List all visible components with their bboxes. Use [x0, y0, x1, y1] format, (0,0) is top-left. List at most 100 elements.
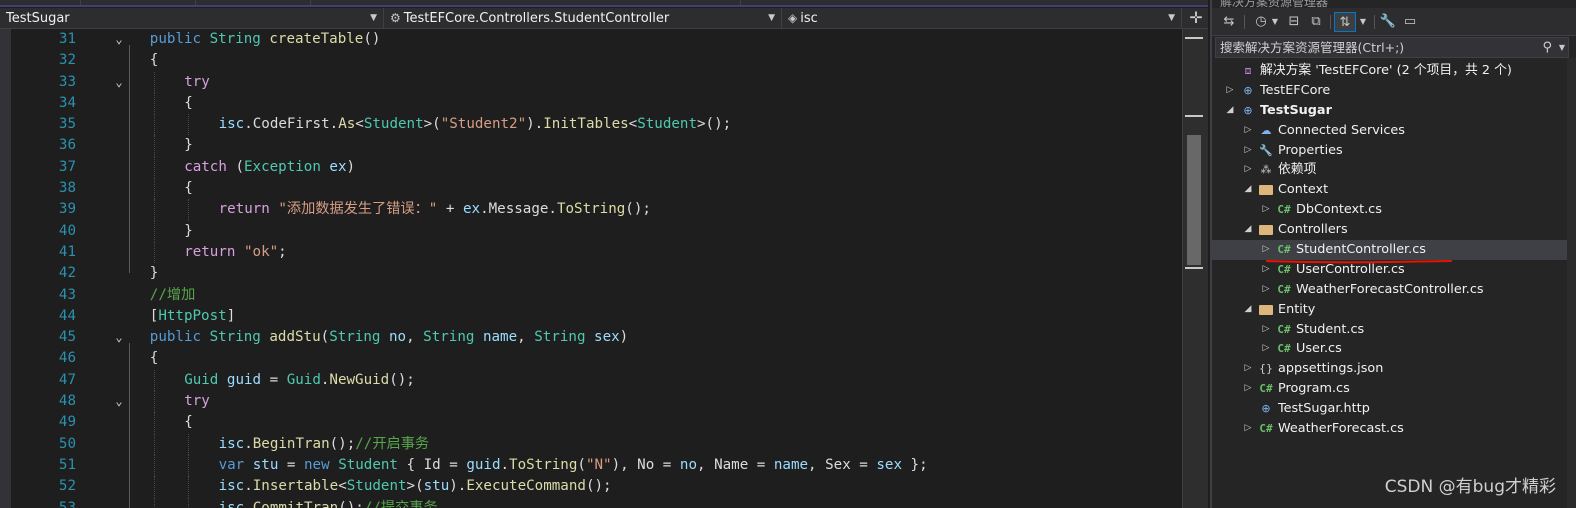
code-area[interactable]: 31 ⌄ public String createTable() 32{33 ⌄ try 3…: [0, 29, 1182, 508]
expand-arrow-icon[interactable]: ▷: [1260, 339, 1272, 359]
code-line[interactable]: 47 Guid guid = Guid.NewGuid();: [11, 369, 1182, 392]
fold-toggle-icon[interactable]: ⌄: [107, 29, 131, 50]
member-dropdown[interactable]: ◈ isc ▼: [782, 8, 1182, 29]
tree-item[interactable]: ▷ C# DbContext.cs: [1212, 200, 1567, 220]
code-line[interactable]: 36}: [11, 135, 1182, 157]
tree-item[interactable]: ◢ Entity: [1212, 300, 1567, 320]
code-line[interactable]: 38 {: [11, 178, 1182, 200]
collapse-arrow-icon[interactable]: ◢: [1242, 220, 1254, 240]
collapse-arrow-icon[interactable]: ◢: [1224, 101, 1236, 121]
code-line[interactable]: 43 //增加: [11, 285, 1182, 306]
tree-item[interactable]: ◢ Context: [1212, 180, 1567, 200]
code-line[interactable]: 35 isc.CodeFirst.As<Student>("Student2").…: [11, 114, 1182, 136]
switch-views-button[interactable]: ⇆: [1218, 12, 1240, 32]
solution-scrollbar[interactable]: [1567, 58, 1576, 508]
expand-arrow-icon[interactable]: ▷: [1242, 141, 1254, 161]
document-tab-strip[interactable]: [0, 0, 1208, 7]
vertical-scrollbar[interactable]: [1182, 29, 1208, 508]
search-icon[interactable]: ⚲: [1542, 38, 1552, 57]
code-line[interactable]: 32 {: [11, 50, 1182, 71]
code-line[interactable]: 53 isc.CommitTran();//提交事务: [11, 497, 1182, 508]
code-line[interactable]: 50 isc.BeginTran();//开启事务: [11, 433, 1182, 455]
indent-guide: [188, 114, 190, 136]
expand-arrow-icon[interactable]: ▷: [1242, 379, 1254, 399]
solution-search-input[interactable]: 搜索解决方案资源管理器(Ctrl+;) ⚲ ▼: [1215, 37, 1569, 58]
code-text: isc.CommitTran();//提交事务: [218, 499, 438, 508]
expand-arrow-icon[interactable]: ▷: [1242, 160, 1254, 180]
copy-icon[interactable]: ⧉: [1306, 12, 1326, 32]
code-editor[interactable]: TestSugar ▼ ⚙ TestEFCore.Controllers.Stud…: [0, 0, 1208, 508]
panel-title: 解决方案资源管理器: [1220, 0, 1329, 8]
code-line[interactable]: 49 {: [11, 412, 1182, 434]
tree-item[interactable]: ▷ C# WeatherForecastController.cs: [1212, 280, 1567, 300]
tree-item[interactable]: ▷ C# Program.cs: [1212, 379, 1567, 399]
history-icon[interactable]: ◷: [1250, 12, 1272, 32]
code-text: try: [184, 393, 210, 410]
split-window-button[interactable]: ✛: [1186, 8, 1206, 29]
code-line[interactable]: 42}: [11, 263, 1182, 284]
tree-item[interactable]: ◢ Controllers: [1212, 220, 1567, 240]
annotation-underline: [1266, 260, 1452, 264]
code-line[interactable]: 46 {: [11, 348, 1182, 369]
tab-divider: [310, 0, 311, 5]
chevron-down-icon[interactable]: ▼: [1358, 12, 1368, 32]
solution-tree: ⧈ 解决方案 'TestEFCore' (2 个项目，共 2 个) ▷ ⊕ TestEF…: [1212, 61, 1567, 439]
code-line[interactable]: 51 var stu = new Student { Id = guid.ToSt…: [11, 454, 1182, 477]
expand-arrow-icon[interactable]: ▷: [1260, 320, 1272, 340]
chevron-down-icon[interactable]: ▼: [1559, 38, 1565, 57]
code-line[interactable]: 34 {: [11, 92, 1182, 115]
tree-item[interactable]: ▷ ⊕ TestEFCore: [1212, 81, 1567, 101]
code-line[interactable]: 33 ⌄ try: [11, 71, 1182, 93]
collapse-arrow-icon[interactable]: ◢: [1242, 180, 1254, 200]
code-line[interactable]: 37 catch (Exception ex): [11, 156, 1182, 179]
scrollbar-thumb[interactable]: [1187, 135, 1201, 265]
expand-arrow-icon[interactable]: ▷: [1260, 200, 1272, 220]
tree-item[interactable]: ▷ C# StudentController.cs: [1212, 240, 1567, 260]
code-line[interactable]: 41 return "ok";: [11, 241, 1182, 264]
code-line[interactable]: 45 ⌄ public String addStu(String no, Strin…: [11, 327, 1182, 348]
code-text: return "添加数据发生了错误：" + ex.Message.ToStrin…: [218, 201, 651, 218]
expand-arrow-icon[interactable]: ▷: [1260, 240, 1272, 260]
collapse-arrow-icon[interactable]: ◢: [1242, 300, 1254, 320]
code-text: catch (Exception ex): [184, 158, 356, 175]
tree-item[interactable]: ▷ C# WeatherForecast.cs: [1212, 419, 1567, 439]
expand-arrow-icon[interactable]: ▷: [1224, 81, 1236, 101]
tree-item[interactable]: ▷ 🔧 Properties: [1212, 141, 1567, 161]
fold-toggle-icon[interactable]: ⌄: [107, 327, 131, 348]
code-line[interactable]: 44 [HttpPost]: [11, 306, 1182, 327]
line-number: 34: [58, 94, 76, 111]
code-line[interactable]: 52 isc.Insertable<Student>(stu).ExecuteCo…: [11, 476, 1182, 498]
csharp-file-icon: C#: [1277, 322, 1291, 336]
fold-toggle-icon[interactable]: ⌄: [107, 391, 131, 412]
wrench-icon[interactable]: 🔧: [1378, 12, 1398, 32]
code-line[interactable]: 40}: [11, 220, 1182, 242]
sync-with-active-document-button[interactable]: ⇅: [1334, 12, 1356, 32]
indent-guide: [153, 135, 155, 157]
tree-item[interactable]: ◢ ⊕ TestSugar: [1212, 101, 1567, 121]
expand-arrow-icon[interactable]: ▷: [1242, 359, 1254, 379]
code-line[interactable]: 39 return "添加数据发生了错误：" + ex.Message.ToStr…: [11, 199, 1182, 221]
folder-icon: [1258, 180, 1274, 202]
tree-item[interactable]: ⧈ 解决方案 'TestEFCore' (2 个项目，共 2 个): [1212, 61, 1567, 81]
tree-item[interactable]: ▷ C# User.cs: [1212, 339, 1567, 359]
type-dropdown[interactable]: ⚙ TestEFCore.Controllers.StudentControlle…: [384, 8, 782, 29]
chevron-down-icon[interactable]: ▼: [1270, 12, 1280, 32]
code-line[interactable]: 31 ⌄ public String createTable(): [11, 29, 1182, 50]
tree-item[interactable]: ▷ ☁ Connected Services: [1212, 121, 1567, 141]
code-text: }: [184, 137, 193, 154]
expand-arrow-icon[interactable]: ▷: [1242, 419, 1254, 439]
collapse-all-button[interactable]: ⊟: [1284, 12, 1304, 32]
expand-arrow-icon[interactable]: ▷: [1242, 121, 1254, 141]
toolbar-separator: [1374, 15, 1375, 29]
line-number: 40: [58, 222, 76, 239]
tree-item[interactable]: ▷ {} appsettings.json: [1212, 359, 1567, 379]
preview-icon[interactable]: ▭: [1400, 12, 1420, 32]
code-line[interactable]: 48 ⌄ try: [11, 391, 1182, 413]
project-dropdown[interactable]: TestSugar ▼: [0, 8, 384, 29]
fold-region-line: [129, 87, 130, 125]
fold-toggle-icon[interactable]: ⌄: [107, 72, 131, 93]
tree-item[interactable]: ⊕ TestSugar.http: [1212, 399, 1567, 419]
expand-arrow-icon[interactable]: ▷: [1260, 280, 1272, 300]
tree-item[interactable]: ▷ ⁂ 依赖项: [1212, 160, 1567, 180]
tree-item[interactable]: ▷ C# Student.cs: [1212, 320, 1567, 340]
